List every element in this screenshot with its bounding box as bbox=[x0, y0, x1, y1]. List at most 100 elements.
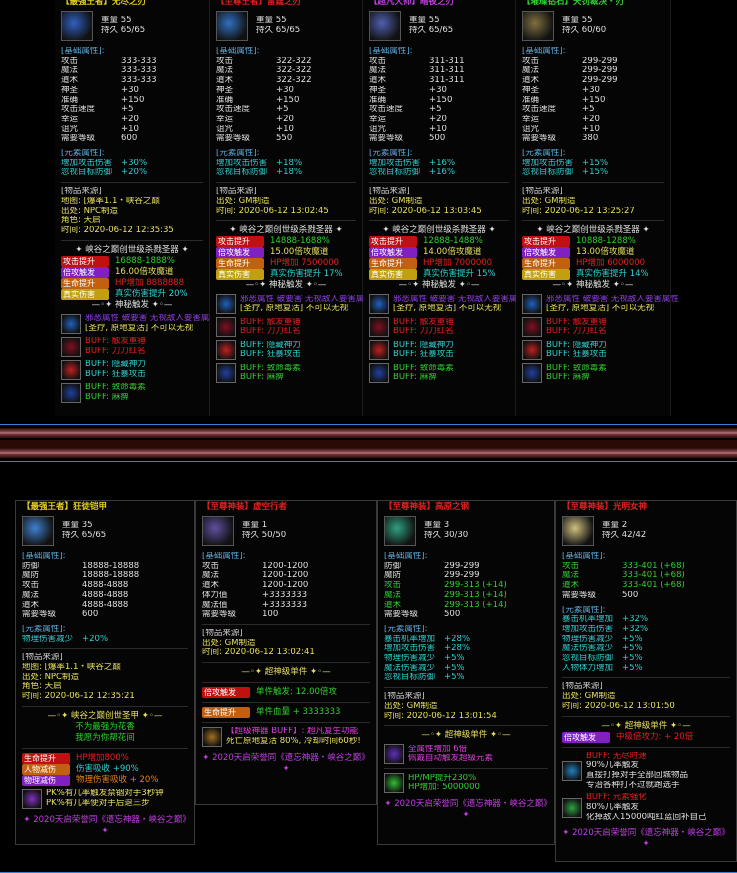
stat-row: 需要等级 500 bbox=[384, 610, 548, 620]
skill-icon bbox=[562, 760, 582, 781]
section-header: [基础属性]: bbox=[22, 552, 66, 561]
skill-text: 邪恶属性 破要害 无视敌人要害属性 [圣疗, 原地复活] 不可以无视 bbox=[393, 295, 526, 314]
bonus-row: 真实伤害 真实伤害提升 14% bbox=[522, 269, 664, 281]
stat-value: 311-311 bbox=[429, 56, 465, 66]
skill-line: BUFF: 无尽时速 bbox=[586, 751, 647, 761]
item-tooltip: 【至尊神装】光明女神 重量 2 持久 42/42 [基础属性]: 攻击 333-401 (… bbox=[555, 500, 737, 862]
stat-name: 幸运 bbox=[61, 114, 79, 124]
section-title: —◦✦ 神秘触发 ✦◦— bbox=[552, 280, 634, 291]
bonus-badge: 真实伤害 bbox=[522, 269, 570, 281]
item-title: 【至尊神装】光明女神 bbox=[562, 502, 648, 512]
skill-line: 邪恶属性 破要害 无视敌人要害属性 bbox=[393, 294, 526, 304]
stat-name: 幸运 bbox=[522, 114, 540, 124]
stat-row: 魔法 311-311 bbox=[369, 66, 509, 76]
info-line: 出处: GM制造 bbox=[562, 692, 616, 702]
stat-name: 忽视目标防御 bbox=[216, 168, 268, 178]
section-header: [元素属性]: bbox=[522, 149, 566, 159]
item-icon bbox=[61, 11, 93, 41]
bonus-badge: 倍攻触发 bbox=[202, 687, 250, 699]
skill-icon bbox=[522, 317, 542, 338]
stat-value: +30 bbox=[276, 85, 294, 95]
stat-value: +5% bbox=[622, 663, 643, 673]
bonus-value: HP增加 6000000 bbox=[576, 258, 646, 269]
section-title: ✦ 峡谷之巅创世级杀戮圣器 ✦ bbox=[229, 225, 343, 236]
stat-name: 攻击 bbox=[369, 56, 387, 66]
item-durability: 持久 65/65 bbox=[62, 531, 107, 540]
stat-row: 魔法 333-333 bbox=[61, 66, 203, 76]
info-line: 时间: 2020-06-12 13:02:41 bbox=[202, 648, 315, 658]
stat-row: 攻击 311-311 bbox=[369, 57, 509, 67]
bonus-value: 单件血量 + 3333333 bbox=[256, 707, 341, 718]
skill-line: BUFF: 麻痹 bbox=[85, 392, 129, 402]
section-title: 不为最强为花香 bbox=[75, 721, 135, 732]
stat-value: 333-333 bbox=[121, 76, 157, 86]
stat-name: 诅咒 bbox=[216, 124, 234, 134]
section-header: [基础属性]: bbox=[202, 552, 246, 561]
stat-row: 忽视目标防御 +5% bbox=[562, 654, 730, 664]
section-header: [基础属性]: bbox=[369, 47, 413, 56]
divider bbox=[22, 648, 188, 650]
stat-value: +30 bbox=[429, 85, 447, 95]
divider bbox=[202, 722, 370, 724]
skill-row: BUFF: 致命毒素 BUFF: 麻痹 bbox=[61, 382, 203, 403]
stat-name: 需要等级 bbox=[562, 590, 597, 600]
stat-row: 需要等级 500 bbox=[369, 134, 509, 144]
bonus-value: HP增加 7500000 bbox=[270, 258, 340, 269]
bonus-row: 生命提升 HP增加 7000000 bbox=[369, 258, 509, 270]
stat-row: 道术 311-311 bbox=[369, 76, 509, 86]
bonus-row: 攻击提升 16888-1888% bbox=[61, 255, 203, 267]
stat-value: 100 bbox=[262, 610, 279, 620]
stat-name: 防御 bbox=[384, 561, 402, 571]
item-weight-durability: 重量 1 持久 50/50 bbox=[242, 521, 286, 540]
stat-row: 需要等级 380 bbox=[522, 134, 664, 144]
bonus-badge: 攻击提升 bbox=[61, 255, 109, 267]
stat-row: 魔法伤害减少 +5% bbox=[562, 644, 730, 654]
stat-value: +30 bbox=[582, 85, 600, 95]
stat-name: 准确 bbox=[61, 95, 79, 105]
stat-row: 体力值 +3333333 bbox=[202, 591, 370, 601]
stat-name: 暴击机率增加 bbox=[384, 634, 436, 644]
info-line: [物品来源] bbox=[216, 187, 257, 197]
stat-row: 魔防 299-299 bbox=[384, 571, 548, 581]
item-weight-durability: 重量 2 持久 42/42 bbox=[602, 521, 646, 540]
item-weight-durability: 重量 3 持久 30/30 bbox=[424, 521, 468, 540]
stat-name: 攻击速度 bbox=[216, 105, 251, 115]
skill-text: BUFF: 隐藏神力 BUFF: 狂暴攻击 bbox=[240, 341, 301, 360]
stat-row: 增加攻击伤害 +15% bbox=[522, 159, 664, 169]
stat-row: 准确 +150 bbox=[216, 96, 356, 106]
item-weight-durability: 重量 55 持久 65/65 bbox=[409, 16, 453, 35]
stat-row: 攻击速度 +5 bbox=[522, 105, 664, 115]
stat-value: +150 bbox=[276, 95, 300, 105]
stat-row: 魔防 18888-18888 bbox=[22, 571, 188, 581]
skill-line: [圣疗, 原地复活] 不可以无视 bbox=[393, 304, 502, 314]
stat-name: 需要等级 bbox=[369, 134, 404, 144]
stat-row: 幸运 +20 bbox=[522, 115, 664, 125]
info-line: [物品来源] bbox=[22, 653, 63, 663]
section-title: —◦✦ 神秘触发 ✦◦— bbox=[245, 280, 327, 291]
skill-line: BUFF: 狂暴攻击 bbox=[393, 350, 454, 360]
info-line: 地图: [爆率1.1・峡谷之巅 bbox=[22, 663, 121, 673]
stat-value: 299-299 bbox=[444, 571, 480, 581]
skill-line: BUFF: 致命毒素 bbox=[240, 363, 301, 373]
skill-text: 邪恶属性 破要害 无视敌人要害属性 [圣疗, 原地复活] 不可以无视 bbox=[546, 295, 679, 314]
divider bbox=[384, 725, 548, 727]
stat-row: 神圣 +30 bbox=[369, 86, 509, 96]
stat-value: 311-311 bbox=[429, 66, 465, 76]
item-weight: 重量 3 bbox=[424, 521, 450, 531]
skill-line: BUFF: 致命毒素 bbox=[546, 363, 607, 373]
stat-name: 增加攻击伤害 bbox=[522, 158, 574, 168]
stat-value: +20% bbox=[121, 168, 148, 178]
stat-name: 神圣 bbox=[216, 85, 234, 95]
skill-icon bbox=[522, 294, 542, 315]
stat-value: 311-311 bbox=[429, 76, 465, 86]
stat-row: 需要等级 100 bbox=[202, 610, 370, 620]
info-line: [物品来源] bbox=[369, 187, 410, 197]
item-title: 【最强王者】狂徒铠甲 bbox=[22, 502, 108, 512]
stat-value: 500 bbox=[444, 610, 461, 620]
divider bbox=[216, 182, 356, 184]
stat-value: 333-401 (+68) bbox=[622, 561, 685, 571]
stat-value: +15% bbox=[582, 168, 609, 178]
skill-text: BUFF: 触发重锤 BUFF: 刀刀红名 bbox=[546, 318, 607, 337]
stat-value: +30 bbox=[121, 85, 139, 95]
stat-row: 物理伤害减少 +20% bbox=[22, 635, 188, 645]
